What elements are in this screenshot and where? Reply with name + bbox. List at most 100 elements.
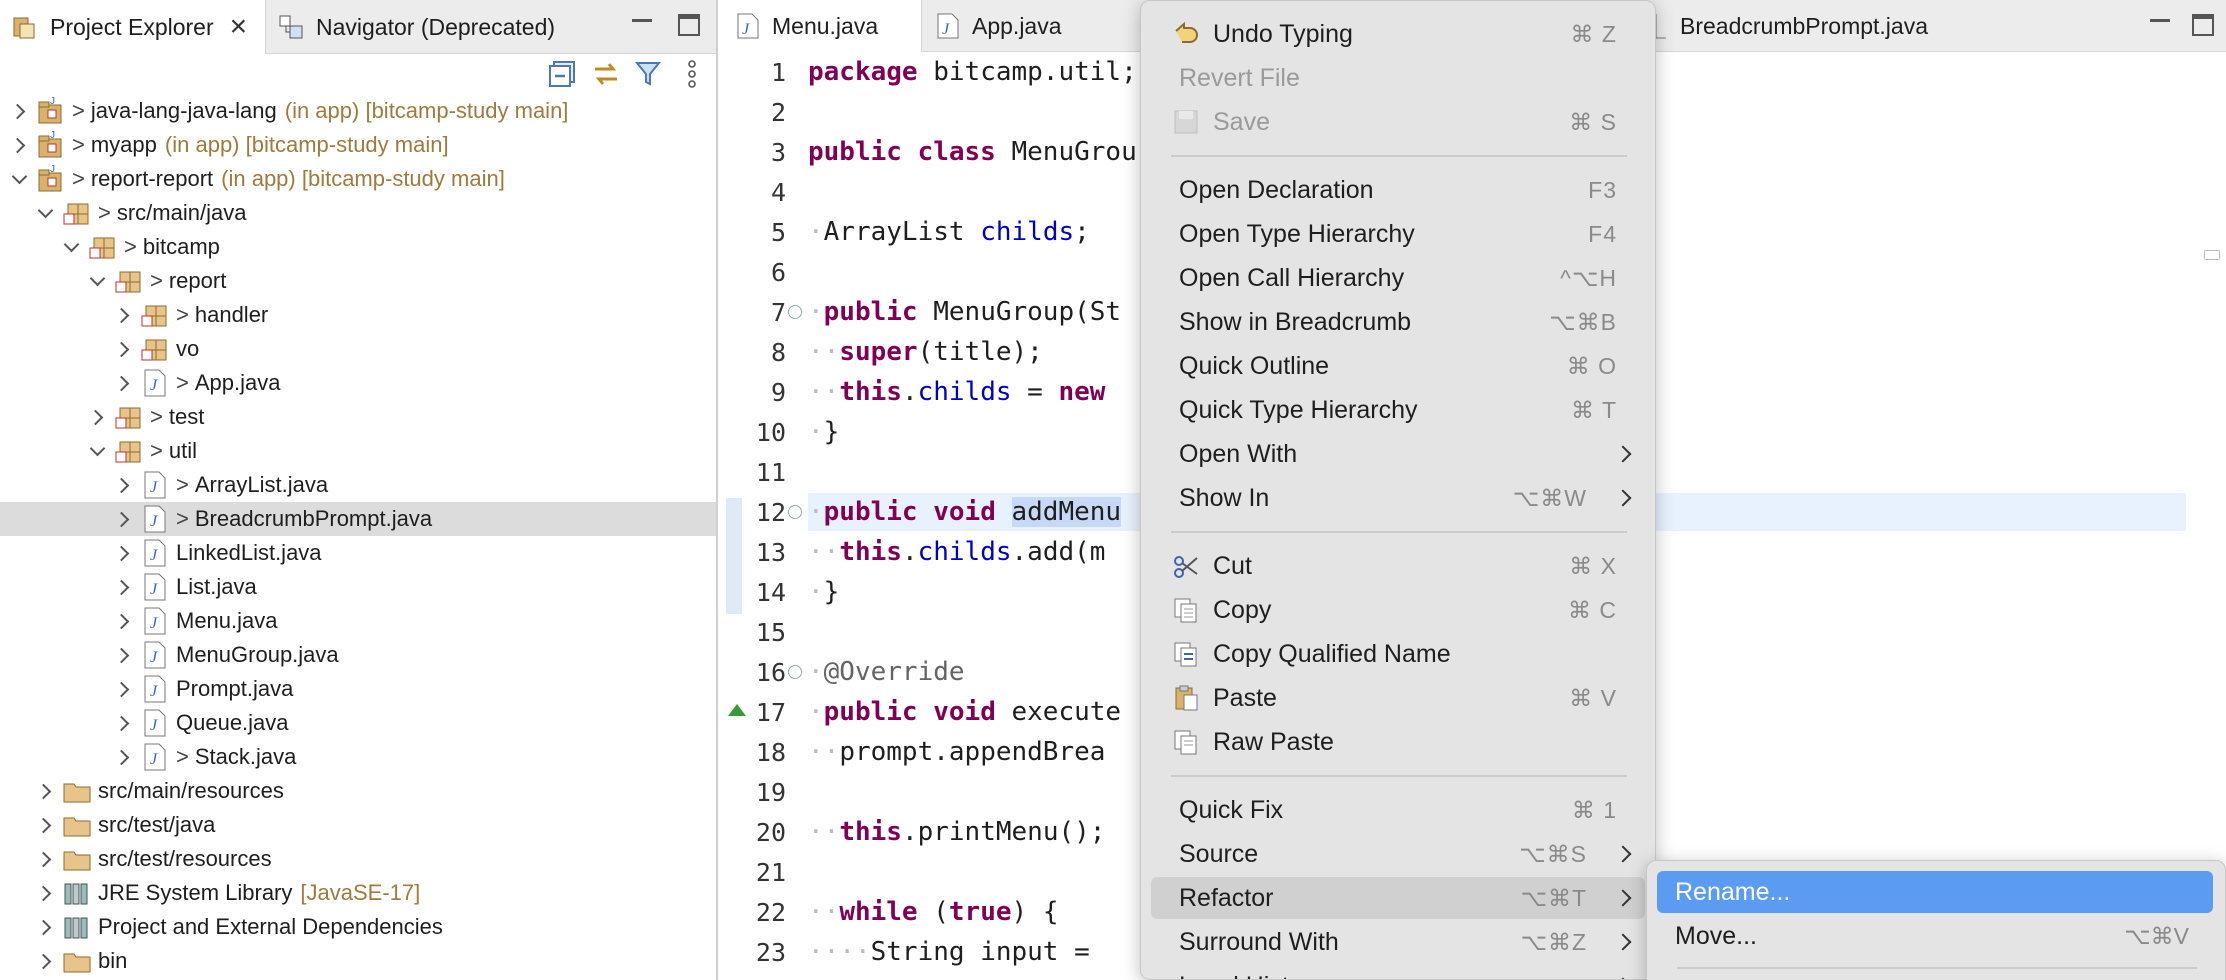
chevron-down-icon[interactable] (6, 162, 32, 196)
chevron-right-icon[interactable] (32, 876, 58, 910)
code-line[interactable]: ·· prompt.appendBrea (808, 732, 1105, 772)
tree-item[interactable]: J > App.java (0, 366, 716, 400)
code-line[interactable]: · public void addMenu (808, 492, 1122, 532)
chevron-right-icon[interactable] (32, 842, 58, 876)
tree-item[interactable]: J > ArrayList.java (0, 468, 716, 502)
code-line[interactable]: ·} (808, 412, 839, 452)
menu-item-quick-type-hierarchy[interactable]: Quick Type Hierarchy ⌘ T (1151, 389, 1645, 431)
code-line[interactable]: ·· while (true) { (808, 892, 1059, 932)
overview-ruler-marker[interactable] (2204, 250, 2220, 260)
chevron-down-icon[interactable] (58, 230, 84, 264)
tree-item[interactable]: bin (0, 944, 716, 978)
tree-item[interactable]: J MenuGroup.java (0, 638, 716, 672)
code-line[interactable]: · @Override (808, 652, 965, 692)
code-line[interactable]: ·· super (title); (808, 332, 1043, 372)
code-line[interactable]: · ArrayList childs; (808, 212, 1090, 252)
code-line[interactable]: ·· this .printMenu(); (808, 812, 1105, 852)
view-menu-icon[interactable] (676, 58, 708, 90)
editor-tab-menu-java[interactable]: J Menu.java (726, 0, 922, 52)
tree-item[interactable]: J Prompt.java (0, 672, 716, 706)
close-icon[interactable]: × (230, 10, 248, 44)
menu-item-undo-typing[interactable]: Undo Typing ⌘ Z (1151, 13, 1645, 55)
menu-item-show-in[interactable]: Show In ⌥⌘W (1151, 477, 1645, 519)
chevron-right-icon[interactable] (32, 774, 58, 808)
link-with-editor-icon[interactable] (590, 58, 622, 90)
chevron-right-icon[interactable] (6, 94, 32, 128)
menu-item-revert-file[interactable]: Revert File (1151, 57, 1645, 99)
code-line[interactable]: ·· this. childs = new (808, 372, 1105, 412)
code-line[interactable]: · public void execute (808, 692, 1121, 732)
code-line[interactable]: · public MenuGroup(St (808, 292, 1121, 332)
chevron-right-icon[interactable] (32, 944, 58, 978)
tree-item[interactable]: > src/main/java (0, 196, 716, 230)
chevron-right-icon[interactable] (110, 298, 136, 332)
tree-item[interactable]: > util (0, 434, 716, 468)
tree-item[interactable]: src/main/resources (0, 774, 716, 808)
fold-toggle-icon[interactable] (788, 305, 802, 319)
menu-item-open-declaration[interactable]: Open Declaration F3 (1151, 169, 1645, 211)
tree-item[interactable]: JRE System Library [JavaSE-17] (0, 876, 716, 910)
tree-item[interactable]: J > myapp (in app) [bitcamp-study main] (0, 128, 716, 162)
chevron-right-icon[interactable] (110, 672, 136, 706)
chevron-down-icon[interactable] (32, 196, 58, 230)
chevron-right-icon[interactable] (110, 366, 136, 400)
chevron-right-icon[interactable] (110, 570, 136, 604)
menu-item-copy-qualified-name[interactable]: Copy Qualified Name (1151, 633, 1645, 675)
menu-item-open-call-hierarchy[interactable]: Open Call Hierarchy ^⌥H (1151, 257, 1645, 299)
chevron-right-icon[interactable] (110, 332, 136, 366)
tree-item[interactable]: vo (0, 332, 716, 366)
tree-item[interactable]: > test (0, 400, 716, 434)
tab-navigator[interactable]: Navigator (Deprecated) (270, 0, 600, 54)
tree-item[interactable]: J LinkedList.java (0, 536, 716, 570)
editor-tab-app-java[interactable]: J App.java (926, 0, 1118, 52)
tree-item[interactable]: > report (0, 264, 716, 298)
code-line[interactable]: ·· this. childs .add(m (808, 532, 1105, 572)
tab-project-explorer[interactable]: Project Explorer × (0, 0, 266, 54)
minimize-icon[interactable] (632, 14, 652, 22)
tree-item[interactable]: J Menu.java (0, 604, 716, 638)
tree-item[interactable]: src/test/resources (0, 842, 716, 876)
chevron-right-icon[interactable] (6, 128, 32, 162)
tree-item[interactable]: J > java-lang-java-lang (in app) [bitcamp-s… (0, 94, 716, 128)
chevron-right-icon[interactable] (110, 468, 136, 502)
menu-item-source[interactable]: Source ⌥⌘S (1151, 833, 1645, 875)
menu-item-save[interactable]: Save ⌘ S (1151, 101, 1645, 143)
minimize-icon[interactable] (2150, 14, 2170, 22)
tree-item[interactable]: J > report-report (in app) [bitcamp-study m… (0, 162, 716, 196)
menu-item-open-with[interactable]: Open With (1151, 433, 1645, 475)
chevron-right-icon[interactable] (110, 502, 136, 536)
menu-item-raw-paste[interactable]: Raw Paste (1151, 721, 1645, 763)
chevron-right-icon[interactable] (110, 604, 136, 638)
tree-item[interactable]: J List.java (0, 570, 716, 604)
menu-item-quick-outline[interactable]: Quick Outline ⌘ O (1151, 345, 1645, 387)
chevron-right-icon[interactable] (110, 740, 136, 774)
editor-tab-breadcrumbprompt-java[interactable]: BreadcrumbPrompt.java (1644, 0, 1984, 52)
menu-item-copy[interactable]: Copy ⌘ C (1151, 589, 1645, 631)
tree-item[interactable]: > bitcamp (0, 230, 716, 264)
chevron-right-icon[interactable] (84, 400, 110, 434)
tree-item[interactable]: > handler (0, 298, 716, 332)
tree-item[interactable]: src/test/java (0, 808, 716, 842)
fold-toggle-icon[interactable] (788, 665, 802, 679)
menu-item-paste[interactable]: Paste ⌘ V (1151, 677, 1645, 719)
maximize-icon[interactable] (2192, 14, 2214, 36)
menu-item-local-history[interactable]: Local History (1151, 965, 1645, 979)
maximize-icon[interactable] (678, 14, 700, 36)
chevron-right-icon[interactable] (110, 638, 136, 672)
chevron-down-icon[interactable] (84, 264, 110, 298)
submenu-item-rename[interactable]: Rename... (1657, 871, 2213, 913)
filter-icon[interactable] (632, 58, 664, 90)
chevron-down-icon[interactable] (84, 434, 110, 468)
tree-item[interactable]: J > Stack.java (0, 740, 716, 774)
code-line[interactable]: ·} (808, 572, 839, 612)
tree-item[interactable]: Project and External Dependencies (0, 910, 716, 944)
collapse-all-icon[interactable] (546, 58, 578, 90)
submenu-item-move[interactable]: Move... ⌥⌘V (1657, 915, 2213, 957)
tree-item[interactable]: J Queue.java (0, 706, 716, 740)
tree-item[interactable]: J > BreadcrumbPrompt.java (0, 502, 716, 536)
chevron-right-icon[interactable] (110, 706, 136, 740)
chevron-right-icon[interactable] (32, 910, 58, 944)
code-line[interactable]: package bitcamp.util; (808, 52, 1137, 92)
menu-item-cut[interactable]: Cut ⌘ X (1151, 545, 1645, 587)
menu-item-show-in-breadcrumb[interactable]: Show in Breadcrumb ⌥⌘B (1151, 301, 1645, 343)
